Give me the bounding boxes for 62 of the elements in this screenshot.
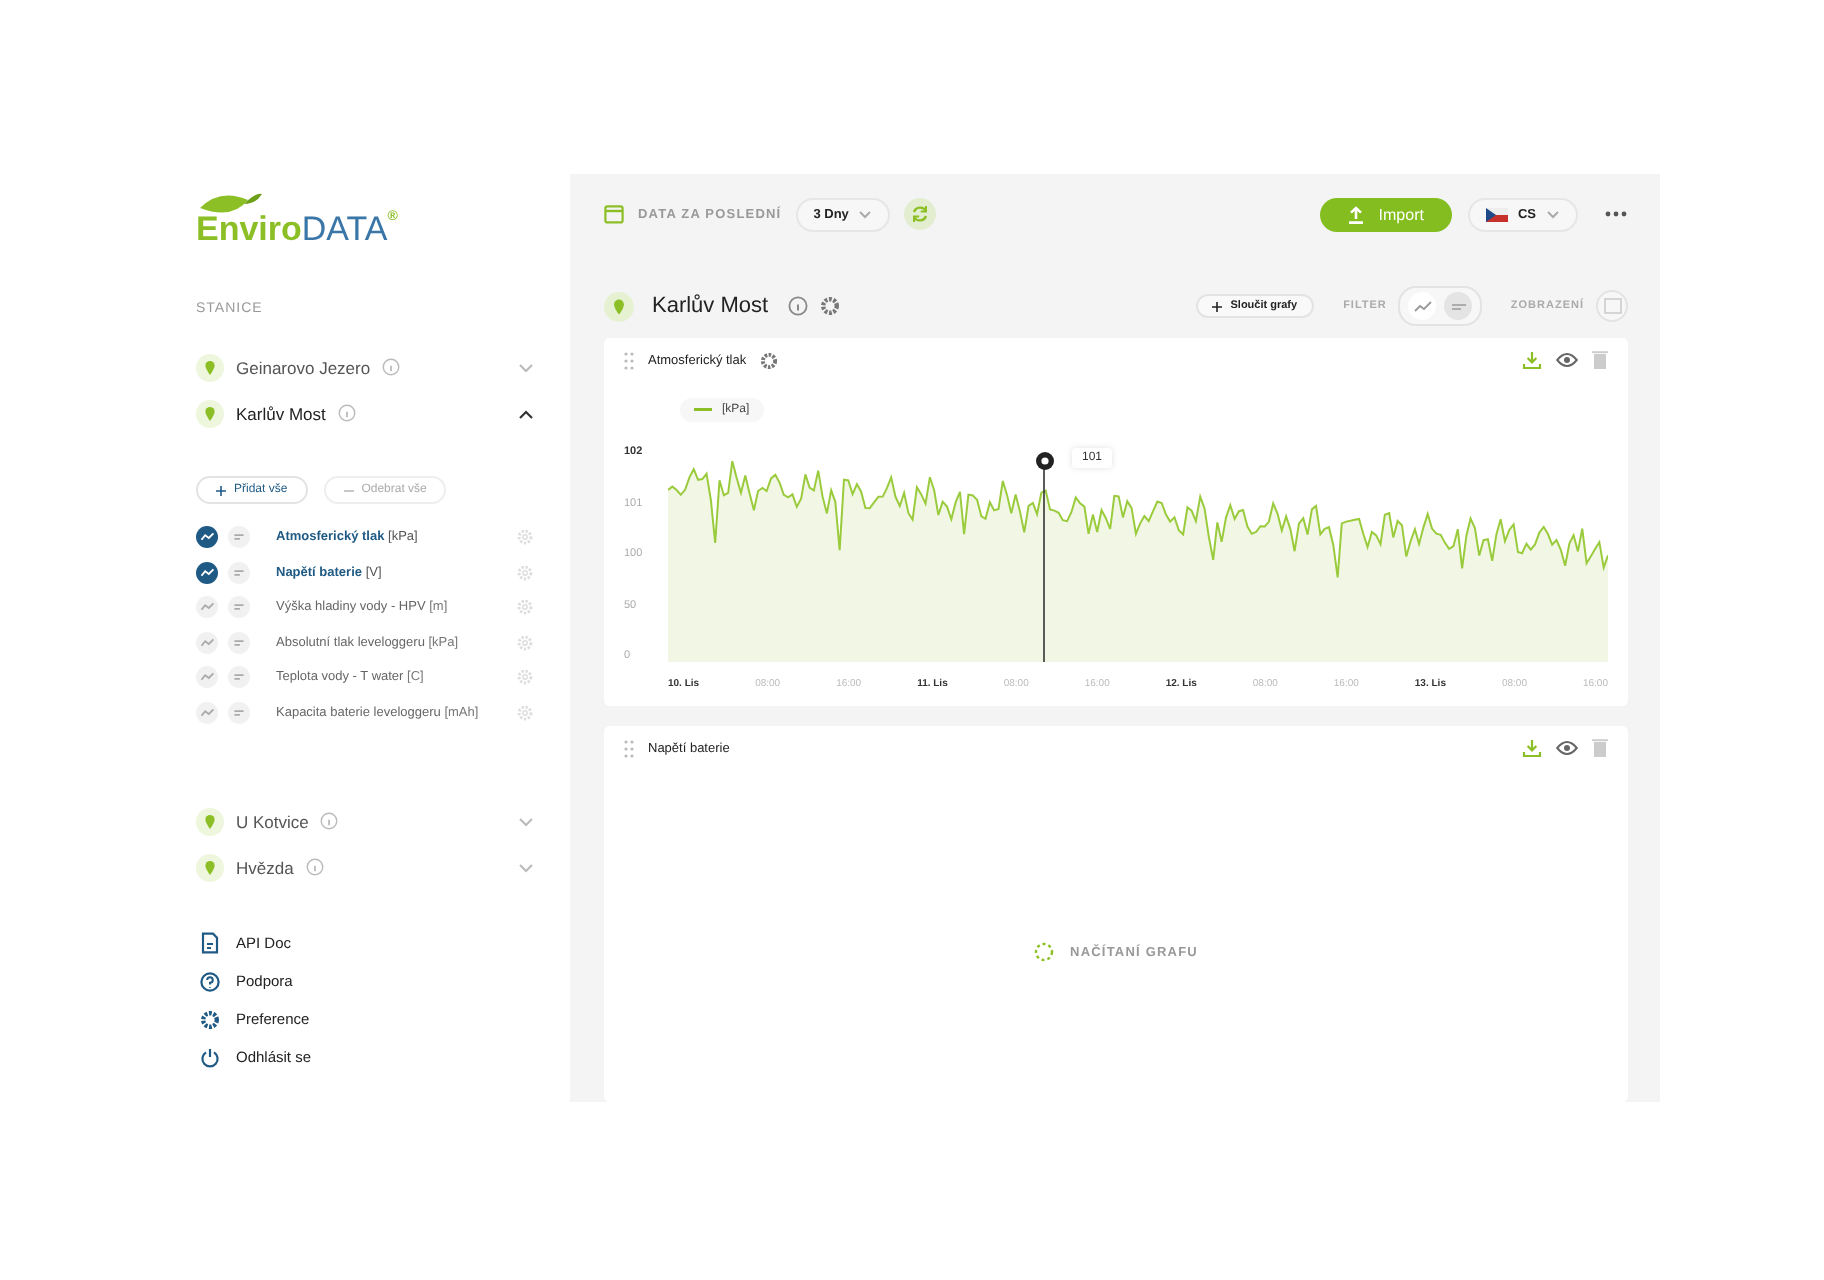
chart-toggle-icon[interactable]	[196, 631, 218, 654]
download-icon[interactable]	[1522, 350, 1542, 370]
filter-option[interactable]	[1444, 292, 1473, 320]
more-icon[interactable]	[1604, 210, 1628, 218]
hover-marker-icon	[1033, 450, 1055, 472]
table-toggle-icon[interactable]	[228, 701, 250, 724]
help-icon	[200, 971, 220, 991]
flag-icon	[1485, 207, 1508, 221]
chevron-icon[interactable]	[518, 407, 534, 419]
chart-toggle-icon[interactable]	[196, 526, 218, 549]
calendar-icon	[604, 204, 624, 224]
settings-icon[interactable]	[760, 351, 779, 369]
table-toggle-icon[interactable]	[228, 561, 250, 584]
location-pin-icon	[196, 853, 224, 881]
info-icon[interactable]	[337, 404, 356, 422]
location-pin-icon	[196, 807, 224, 835]
upload-icon	[1348, 205, 1365, 223]
info-icon[interactable]	[305, 858, 324, 876]
download-icon[interactable]	[1522, 738, 1542, 758]
minus-icon	[343, 485, 354, 495]
table-toggle-icon[interactable]	[228, 631, 250, 654]
plus-icon	[216, 485, 226, 495]
chart-toggle-icon[interactable]	[196, 666, 218, 689]
info-icon[interactable]	[788, 296, 809, 316]
trash-icon[interactable]	[1592, 350, 1608, 370]
list-icon	[1451, 301, 1466, 311]
drag-handle-icon[interactable]	[624, 739, 634, 757]
trash-icon[interactable]	[1592, 738, 1608, 758]
chart-toggle-icon[interactable]	[196, 561, 218, 584]
chart-toggle-icon[interactable]	[196, 701, 218, 724]
settings-icon	[200, 1009, 220, 1029]
chart-toggle-icon[interactable]	[196, 596, 218, 619]
plus-icon	[1212, 301, 1223, 311]
station-item[interactable]: Geinarovo Jezero	[196, 344, 534, 390]
table-toggle-icon[interactable]	[228, 526, 250, 549]
station-item[interactable]: U Kotvice	[196, 798, 534, 844]
location-pin-icon	[196, 353, 224, 381]
drag-handle-icon[interactable]	[624, 351, 634, 369]
filter-option[interactable]	[1408, 292, 1437, 320]
legend-line-icon	[694, 408, 712, 412]
power-icon	[200, 1047, 220, 1067]
spinner-icon	[1034, 942, 1055, 962]
info-icon[interactable]	[382, 358, 401, 376]
station-item[interactable]: Karlův Most	[196, 390, 534, 436]
info-icon[interactable]	[320, 812, 339, 830]
refresh-icon	[910, 204, 931, 224]
settings-icon[interactable]	[820, 296, 841, 316]
chevron-icon	[1546, 209, 1560, 219]
document-icon	[200, 932, 220, 954]
location-pin-icon	[196, 399, 224, 427]
station-item[interactable]: Hvězda	[196, 844, 534, 890]
eye-icon[interactable]	[1556, 740, 1578, 756]
view-button[interactable]	[1596, 290, 1628, 322]
table-toggle-icon[interactable]	[228, 596, 250, 619]
refresh-button[interactable]	[904, 198, 937, 230]
station-title: Karlův Most	[652, 294, 769, 318]
square-icon	[1603, 298, 1621, 314]
location-pin-icon	[604, 291, 634, 321]
eye-icon[interactable]	[1556, 352, 1578, 368]
table-toggle-icon[interactable]	[228, 666, 250, 689]
line-chart-icon	[1413, 299, 1432, 313]
chevron-icon	[858, 209, 873, 219]
